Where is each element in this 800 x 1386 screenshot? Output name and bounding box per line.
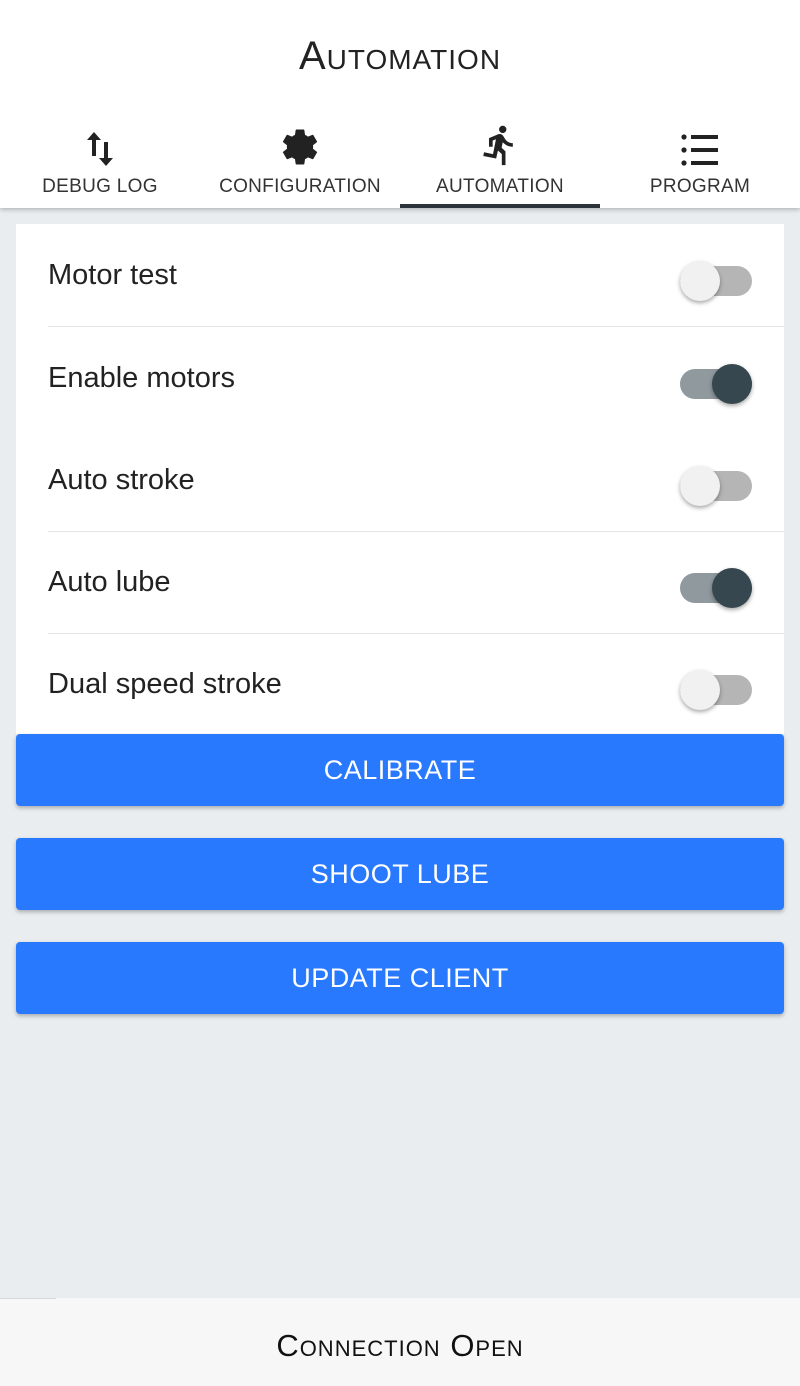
status-bar: Connection Open xyxy=(0,1298,800,1386)
tab-label: DEBUG LOG xyxy=(42,176,158,197)
shoot-lube-button[interactable]: SHOOT LUBE xyxy=(16,838,784,910)
tab-label: CONFIGURATION xyxy=(219,176,381,197)
active-tab-indicator xyxy=(400,204,600,208)
gear-icon xyxy=(279,118,321,172)
setting-row-auto-lube[interactable]: Auto lube xyxy=(16,531,784,633)
setting-label: Dual speed stroke xyxy=(48,667,282,700)
connection-status: Connection Open xyxy=(276,1328,524,1363)
running-person-icon xyxy=(478,118,522,172)
page-title: Automation xyxy=(298,34,502,78)
setting-label: Auto stroke xyxy=(48,463,195,496)
update-client-button[interactable]: UPDATE CLIENT xyxy=(16,942,784,1014)
list-icon xyxy=(680,118,720,172)
setting-label: Enable motors xyxy=(48,361,235,394)
toggle-thumb xyxy=(712,364,752,404)
swap-vertical-icon xyxy=(85,118,115,172)
tab-bar: DEBUG LOG CONFIGURATION AUTOMATION PROGR… xyxy=(0,118,800,208)
tab-debug-log[interactable]: DEBUG LOG xyxy=(0,118,200,208)
setting-row-auto-stroke[interactable]: Auto stroke xyxy=(16,429,784,531)
setting-label: Motor test xyxy=(48,258,177,291)
setting-label: Auto lube xyxy=(48,565,171,598)
motor-test-toggle[interactable] xyxy=(680,253,752,301)
setting-row-dual-speed-stroke[interactable]: Dual speed stroke xyxy=(16,633,784,735)
enable-motors-toggle[interactable] xyxy=(680,356,752,404)
setting-row-enable-motors[interactable]: Enable motors xyxy=(16,327,784,429)
toggle-thumb xyxy=(680,670,720,710)
tab-program[interactable]: PROGRAM xyxy=(600,118,800,208)
tab-automation[interactable]: AUTOMATION xyxy=(400,118,600,208)
toggle-thumb xyxy=(680,466,720,506)
app-header: Automation DEBUG LOG CONFIGURATION AUTOM… xyxy=(0,0,800,208)
tab-label: PROGRAM xyxy=(649,176,751,197)
toggle-thumb xyxy=(680,261,720,301)
auto-lube-toggle[interactable] xyxy=(680,560,752,608)
setting-row-motor-test[interactable]: Motor test xyxy=(16,224,784,326)
calibrate-button[interactable]: CALIBRATE xyxy=(16,734,784,806)
settings-card: Motor test Enable motors Auto stroke Aut… xyxy=(16,224,784,734)
divider xyxy=(0,1298,56,1299)
toggle-thumb xyxy=(712,568,752,608)
tab-configuration[interactable]: CONFIGURATION xyxy=(200,118,400,208)
dual-speed-stroke-toggle[interactable] xyxy=(680,662,752,710)
auto-stroke-toggle[interactable] xyxy=(680,458,752,506)
tab-label: AUTOMATION xyxy=(436,176,564,197)
